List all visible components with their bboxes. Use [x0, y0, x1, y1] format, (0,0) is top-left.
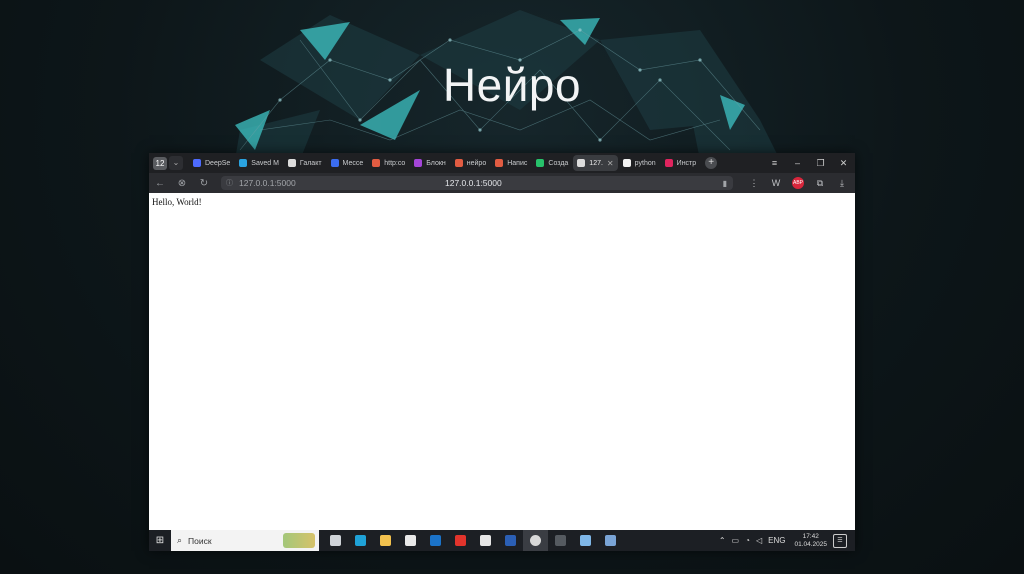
- address-center-text: 127.0.0.1:5000: [445, 178, 502, 188]
- browser-tab[interactable]: 127. ✕: [573, 155, 618, 171]
- search-placeholder: Поиск: [188, 535, 212, 546]
- windows-taskbar: ⊞ ⌕ Поиск ⌃ ▭ ◔ ◁ ENG 17:42 01.04.2025 ☰: [149, 530, 855, 551]
- address-text: 127.0.0.1:5000: [239, 178, 296, 188]
- tab-favicon-icon: [664, 159, 673, 167]
- tab-strip: DeepSe Saved M Галакт Мессе http:co Блокн нейр…: [189, 153, 701, 173]
- word-icon[interactable]: [498, 530, 523, 551]
- wikipedia-icon[interactable]: W: [765, 178, 787, 188]
- volume-icon[interactable]: ◁: [756, 536, 762, 545]
- tab-label: Созда: [548, 159, 569, 167]
- tab-favicon-icon: [622, 159, 631, 167]
- clock-date: 01.04.2025: [794, 540, 827, 548]
- yandex-icon[interactable]: [448, 530, 473, 551]
- search-highlight-image[interactable]: [283, 533, 315, 548]
- taskbar-search[interactable]: ⌕ Поиск: [171, 530, 319, 551]
- tab-label: Saved M: [251, 159, 279, 167]
- tab-favicon-icon: [287, 159, 296, 167]
- browser-tab[interactable]: http:co: [368, 155, 409, 171]
- outlook-icon[interactable]: [423, 530, 448, 551]
- window-controls: ≡ – ❐ ✕: [763, 153, 855, 173]
- menu-icon[interactable]: ≡: [763, 158, 786, 168]
- tab-label: нейро: [466, 159, 487, 167]
- system-tray: ⌃ ▭ ◔ ◁ ENG 17:42 01.04.2025 ☰: [716, 530, 855, 551]
- browser-tab[interactable]: Инстр: [661, 155, 701, 171]
- tab-favicon-icon: [577, 159, 586, 167]
- app-blue-icon[interactable]: [573, 530, 598, 551]
- store-icon[interactable]: [398, 530, 423, 551]
- task-view-icon[interactable]: [323, 530, 348, 551]
- tab-label: Напис: [507, 159, 528, 167]
- tab-favicon-icon: [454, 159, 463, 167]
- tab-label: DeepSe: [205, 159, 231, 167]
- app-python-icon[interactable]: [598, 530, 623, 551]
- shield-icon[interactable]: ⊗: [171, 178, 193, 189]
- browser-tab[interactable]: Saved M: [235, 155, 283, 171]
- tab-close-icon[interactable]: ✕: [607, 159, 614, 168]
- clock[interactable]: 17:42 01.04.2025: [794, 533, 827, 549]
- language-indicator[interactable]: ENG: [768, 536, 785, 545]
- downloads-icon[interactable]: ⤓: [831, 178, 853, 189]
- tab-favicon-icon: [330, 159, 339, 167]
- file-explorer-icon[interactable]: [373, 530, 398, 551]
- tab-favicon-icon: [372, 159, 381, 167]
- browser-tab[interactable]: Созда: [532, 155, 572, 171]
- tab-favicon-icon: [239, 159, 248, 167]
- browser-window: 12 ⌄ DeepSe Saved M Галакт Мессе http:co Блок…: [149, 153, 855, 551]
- tab-bar: 12 ⌄ DeepSe Saved M Галакт Мессе http:co Блок…: [149, 153, 855, 173]
- address-bar[interactable]: ⓘ 127.0.0.1:5000 127.0.0.1:5000 ▮: [221, 176, 733, 190]
- browser-tab[interactable]: Мессе: [327, 155, 368, 171]
- search-icon: ⌕: [177, 535, 183, 545]
- tab-count-badge[interactable]: 12: [153, 156, 167, 170]
- new-tab-button[interactable]: +: [705, 157, 718, 169]
- tab-favicon-icon: [495, 159, 504, 167]
- tab-label: 127.: [589, 159, 603, 167]
- tab-favicon-icon: [414, 159, 423, 167]
- browser-tab[interactable]: нейро: [451, 155, 490, 171]
- bookmark-icon[interactable]: ▮: [723, 179, 727, 188]
- tab-label: Инстр: [676, 159, 697, 167]
- more-vertical-icon[interactable]: ⋮: [743, 178, 765, 189]
- back-arrow-icon[interactable]: ←: [149, 178, 171, 189]
- tab-label: http:co: [384, 159, 406, 167]
- page-text: Hello, World!: [152, 197, 202, 207]
- site-info-icon[interactable]: ⓘ: [226, 178, 233, 188]
- battery-icon[interactable]: ▭: [732, 536, 740, 545]
- tab-label: Блокн: [426, 159, 446, 167]
- browser-tab[interactable]: DeepSe: [189, 155, 234, 171]
- browser-toolbar: ← ⊗ ↻ ⓘ 127.0.0.1:5000 127.0.0.1:5000 ▮ …: [149, 173, 855, 193]
- browser-tab[interactable]: python: [619, 155, 660, 171]
- windows-start-icon[interactable]: ⊞: [149, 535, 171, 546]
- yandex-browser-icon[interactable]: [523, 530, 548, 551]
- browser-tab[interactable]: Блокн: [410, 155, 450, 171]
- tab-favicon-icon: [536, 159, 545, 167]
- chevron-down-icon[interactable]: ⌄: [169, 156, 183, 170]
- browser-tab[interactable]: Напис: [491, 155, 531, 171]
- page-content: Hello, World!: [149, 193, 855, 530]
- extensions-icon[interactable]: ⧉: [809, 178, 831, 189]
- chevron-up-icon[interactable]: ⌃: [719, 536, 726, 545]
- terminal-icon[interactable]: [548, 530, 573, 551]
- taskbar-apps: [323, 530, 623, 551]
- toolbar-right: ⋮ W ABP ⧉ ⤓: [743, 177, 853, 189]
- tab-label: Галакт: [299, 159, 322, 167]
- edge-icon[interactable]: [348, 530, 373, 551]
- notification-icon[interactable]: ☰: [833, 533, 847, 548]
- tab-label: python: [634, 159, 656, 167]
- adblock-icon[interactable]: ABP: [792, 177, 804, 189]
- tab-label: Мессе: [342, 159, 364, 167]
- restore-icon[interactable]: ❐: [809, 158, 832, 169]
- close-icon[interactable]: ✕: [832, 158, 855, 169]
- clock-time: 17:42: [802, 532, 819, 540]
- reload-icon[interactable]: ↻: [193, 178, 215, 189]
- app-doc-icon[interactable]: [473, 530, 498, 551]
- browser-tab[interactable]: Галакт: [284, 155, 326, 171]
- tab-favicon-icon: [193, 159, 201, 167]
- slide-title: Нейро: [442, 59, 582, 111]
- minimize-icon[interactable]: –: [786, 158, 809, 168]
- wifi-icon[interactable]: ◔: [745, 536, 750, 545]
